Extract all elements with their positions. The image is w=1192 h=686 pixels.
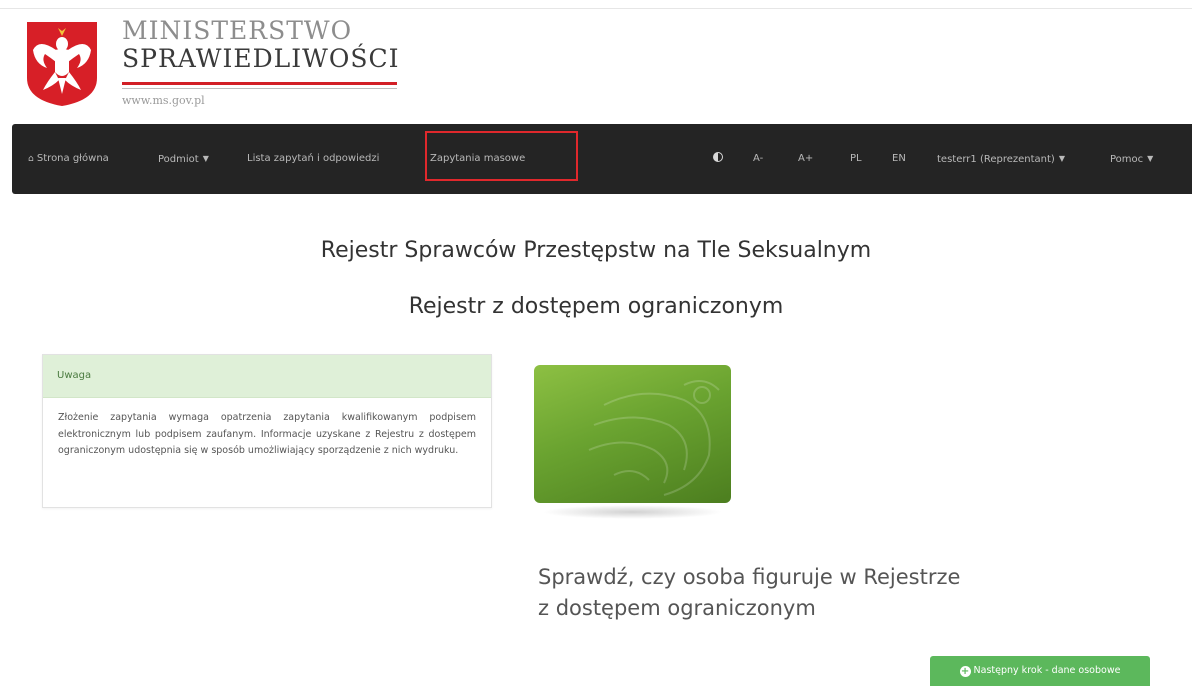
nav-home-label: Strona główna (36, 153, 109, 164)
caret-down-icon: ▼ (1147, 154, 1154, 163)
nav-bulk-label: Zapytania masowe (430, 153, 526, 164)
eagle-watermark-icon (588, 380, 720, 496)
lang-pl-label: PL (850, 153, 862, 164)
font-decrease-label: A- (753, 153, 764, 164)
check-person-text[interactable]: Sprawdź, czy osoba figuruje w Rejestrze … (538, 562, 1058, 624)
check-text-line2: z dostępem ograniczonym (538, 596, 816, 620)
page-title: Rejestr Sprawców Przestępstw na Tle Seks… (320, 238, 872, 263)
card-shadow (542, 505, 723, 519)
home-icon: ⌂ (28, 154, 34, 164)
help-dropdown[interactable]: Pomoc ▼ (1110, 124, 1153, 194)
nav-home[interactable]: ⌂ Strona główna (28, 124, 109, 194)
logo-red-rule (122, 82, 397, 85)
check-text-line1: Sprawdź, czy osoba figuruje w Rejestrze (538, 565, 961, 589)
font-increase-button[interactable]: A+ (798, 124, 813, 194)
ministry-name-line2: SPRAWIEDLIWOŚCI (122, 44, 400, 73)
nav-queries-label: Lista zapytań i odpowiedzi (247, 153, 380, 164)
logo-grey-rule (122, 88, 397, 89)
lang-en-label: EN (892, 153, 906, 164)
caret-down-icon: ▼ (1058, 154, 1065, 163)
next-step-button[interactable]: + Następny krok - dane osobowe (930, 656, 1150, 686)
help-label: Pomoc (1110, 154, 1144, 165)
user-menu-label: testerr1 (Reprezentant) (937, 154, 1055, 165)
plus-circle-icon: + (959, 666, 971, 677)
nav-entity-dropdown[interactable]: Podmiot ▼ (158, 124, 209, 194)
font-decrease-button[interactable]: A- (753, 124, 763, 194)
font-increase-label: A+ (798, 153, 814, 164)
notice-panel: Uwaga Złożenie zapytania wymaga opatrzen… (42, 354, 492, 508)
contrast-toggle[interactable] (713, 124, 723, 194)
register-image-card[interactable] (534, 365, 731, 523)
nav-bulk-queries[interactable]: Zapytania masowe (430, 124, 525, 194)
page-subtitle: Rejestr z dostępem ograniczonym (408, 294, 784, 319)
eagle-watermark-image (534, 365, 731, 503)
ministry-logo[interactable]: MINISTERSTWO SPRAWIEDLIWOŚCI www.ms.gov.… (25, 16, 405, 123)
main-navbar: ⌂ Strona główna Podmiot ▼ Lista zapytań i… (12, 124, 1192, 194)
lang-pl-button[interactable]: PL (850, 124, 862, 194)
top-divider (0, 8, 1192, 9)
polish-eagle-emblem-icon (27, 22, 97, 106)
caret-down-icon: ▼ (202, 154, 209, 163)
lang-en-button[interactable]: EN (892, 124, 906, 194)
notice-body: Złożenie zapytania wymaga opatrzenia zap… (58, 412, 476, 456)
ministry-name-line1: MINISTERSTWO (122, 16, 353, 45)
next-step-label: Następny krok - dane osobowe (973, 665, 1121, 676)
notice-heading: Uwaga (43, 355, 491, 398)
contrast-icon (713, 152, 723, 162)
ministry-url: www.ms.gov.pl (122, 94, 205, 107)
nav-queries-list[interactable]: Lista zapytań i odpowiedzi (247, 124, 379, 194)
nav-entity-label: Podmiot (158, 154, 199, 165)
user-menu-dropdown[interactable]: testerr1 (Reprezentant) ▼ (937, 124, 1065, 194)
